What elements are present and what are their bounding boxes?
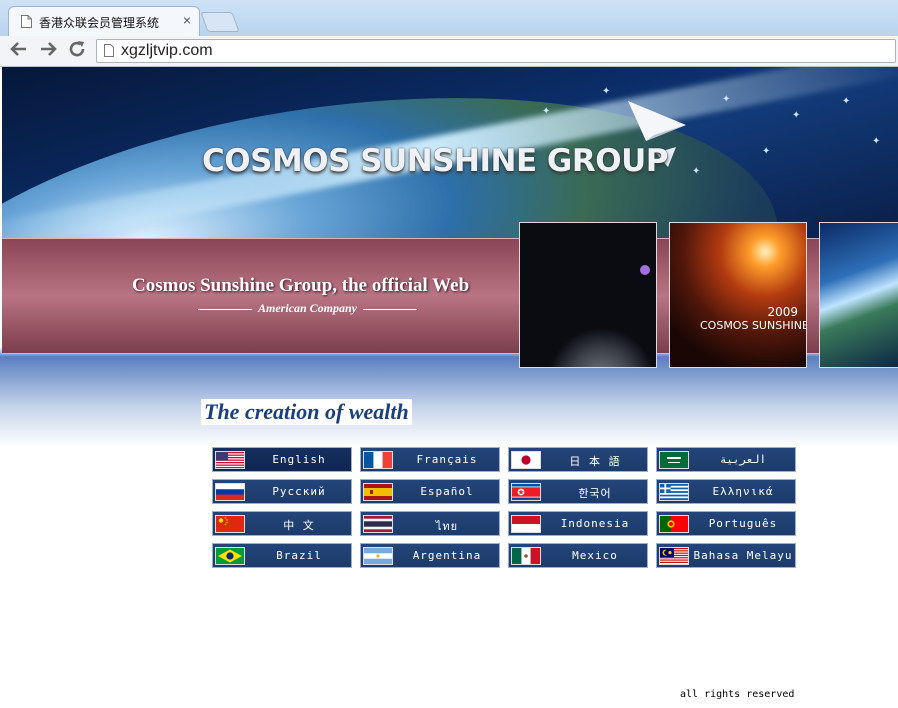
language-label: Português: [708, 517, 778, 530]
language-button-chinese[interactable]: 中 文: [212, 511, 352, 536]
es-flag-icon: [364, 484, 392, 500]
language-button-korean[interactable]: 한국어: [508, 479, 648, 504]
th-flag-icon: [364, 516, 392, 532]
address-bar[interactable]: xgzljtvip.com: [96, 39, 896, 63]
language-label: ﺍﻟﻌﺮﺑﻴﺔ: [719, 453, 767, 466]
thumbnail-year: 2009: [767, 305, 798, 319]
new-tab-button[interactable]: [200, 12, 240, 32]
mx-flag-icon: [512, 548, 540, 564]
site-title: Cosmos Sunshine Group, the official Web: [132, 275, 470, 296]
language-label: Argentina: [412, 549, 482, 562]
language-label: 日 本 語: [569, 455, 621, 468]
reload-button[interactable]: [66, 39, 88, 61]
sa-flag-icon: [660, 452, 688, 468]
tab-title: 香港众联会员管理系统: [39, 16, 160, 30]
language-button-arabic[interactable]: ﺍﻟﻌﺮﺑﻴﺔ: [656, 447, 796, 472]
gr-flag-icon: [660, 484, 688, 500]
language-label: 中 文: [283, 519, 315, 532]
browser-toolbar: xgzljtvip.com: [0, 36, 898, 67]
star-icon: ✦: [722, 94, 731, 105]
web-page: ✦ ✦ ✦ ✦ ✦ ✦ ✦ ✦ COSMOS SUNSHINE GROUP Co…: [0, 67, 898, 708]
kp-flag-icon: [512, 484, 540, 500]
star-icon: ✦: [692, 166, 701, 177]
fr-flag-icon: [364, 452, 392, 468]
planet-thumbnail: [519, 222, 657, 368]
language-button-french[interactable]: Français: [360, 447, 500, 472]
language-button-spanish[interactable]: Español: [360, 479, 500, 504]
language-button-indonesian[interactable]: Indonesia: [508, 511, 648, 536]
page-icon: [104, 44, 114, 57]
star-icon: ✦: [542, 106, 551, 117]
language-button-russian[interactable]: Русский: [212, 479, 352, 504]
language-label: Bahasa Melayu: [693, 549, 793, 562]
language-label: Русский: [272, 485, 326, 498]
pt-flag-icon: [660, 516, 688, 532]
jp-flag-icon: [512, 452, 540, 468]
star-icon: ✦: [762, 146, 771, 157]
language-button-thai[interactable]: ไทย: [360, 511, 500, 536]
language-button-brazil[interactable]: Brazil: [212, 543, 352, 568]
language-label: Indonesia: [560, 517, 630, 530]
language-button-japanese[interactable]: 日 本 語: [508, 447, 648, 472]
my-flag-icon: [660, 548, 688, 564]
thumbnail-caption: COSMOS SUNSHINE: [700, 319, 807, 332]
language-label: English: [272, 453, 326, 466]
language-label: 한국어: [578, 487, 612, 500]
id-flag-icon: [512, 516, 540, 532]
logo-text: COSMOS SUNSHINE GROUP: [202, 143, 668, 179]
star-icon: ✦: [842, 96, 851, 107]
language-label: Brazil: [276, 549, 322, 562]
language-button-argentina[interactable]: Argentina: [360, 543, 500, 568]
language-label: Français: [416, 453, 478, 466]
arrow-left-icon: [10, 42, 26, 56]
close-tab-icon[interactable]: ×: [183, 12, 191, 28]
footer-copyright: all rights reserved: [680, 689, 795, 700]
ru-flag-icon: [216, 484, 244, 500]
language-label: Mexico: [572, 549, 618, 562]
cn-flag-icon: [216, 516, 244, 532]
header-banner: ✦ ✦ ✦ ✦ ✦ ✦ ✦ ✦ COSMOS SUNSHINE GROUP: [2, 67, 898, 239]
language-button-malay[interactable]: Bahasa Melayu: [656, 543, 796, 568]
site-subtitle: American Company: [192, 301, 423, 316]
back-button[interactable]: [8, 39, 30, 61]
star-icon: ✦: [792, 110, 801, 121]
reload-icon: [69, 41, 85, 57]
browser-tab[interactable]: 香港众联会员管理系统 ×: [8, 6, 200, 36]
ar-flag-icon: [364, 548, 392, 564]
slogan: The creation of wealth: [201, 399, 412, 425]
earth-thumbnail: [819, 222, 898, 368]
star-icon: ✦: [602, 86, 611, 97]
url-text[interactable]: xgzljtvip.com: [121, 42, 213, 60]
star-icon: ✦: [872, 136, 881, 147]
language-button-english[interactable]: English: [212, 447, 352, 472]
language-button-portuguese[interactable]: Português: [656, 511, 796, 536]
forward-button[interactable]: [37, 39, 59, 61]
arrow-right-icon: [41, 42, 57, 56]
language-button-mexico[interactable]: Mexico: [508, 543, 648, 568]
us-flag-icon: [216, 452, 244, 468]
page-icon: [21, 15, 32, 28]
language-button-greek[interactable]: Ελληνικά: [656, 479, 796, 504]
language-label: ไทย: [435, 520, 459, 533]
language-label: Ελληνικά: [712, 485, 774, 498]
br-flag-icon: [216, 548, 244, 564]
cosmos-2009-thumbnail: 2009 COSMOS SUNSHINE: [669, 222, 807, 368]
browser-tab-strip: 香港众联会员管理系统 ×: [0, 0, 898, 36]
language-label: Español: [420, 485, 474, 498]
